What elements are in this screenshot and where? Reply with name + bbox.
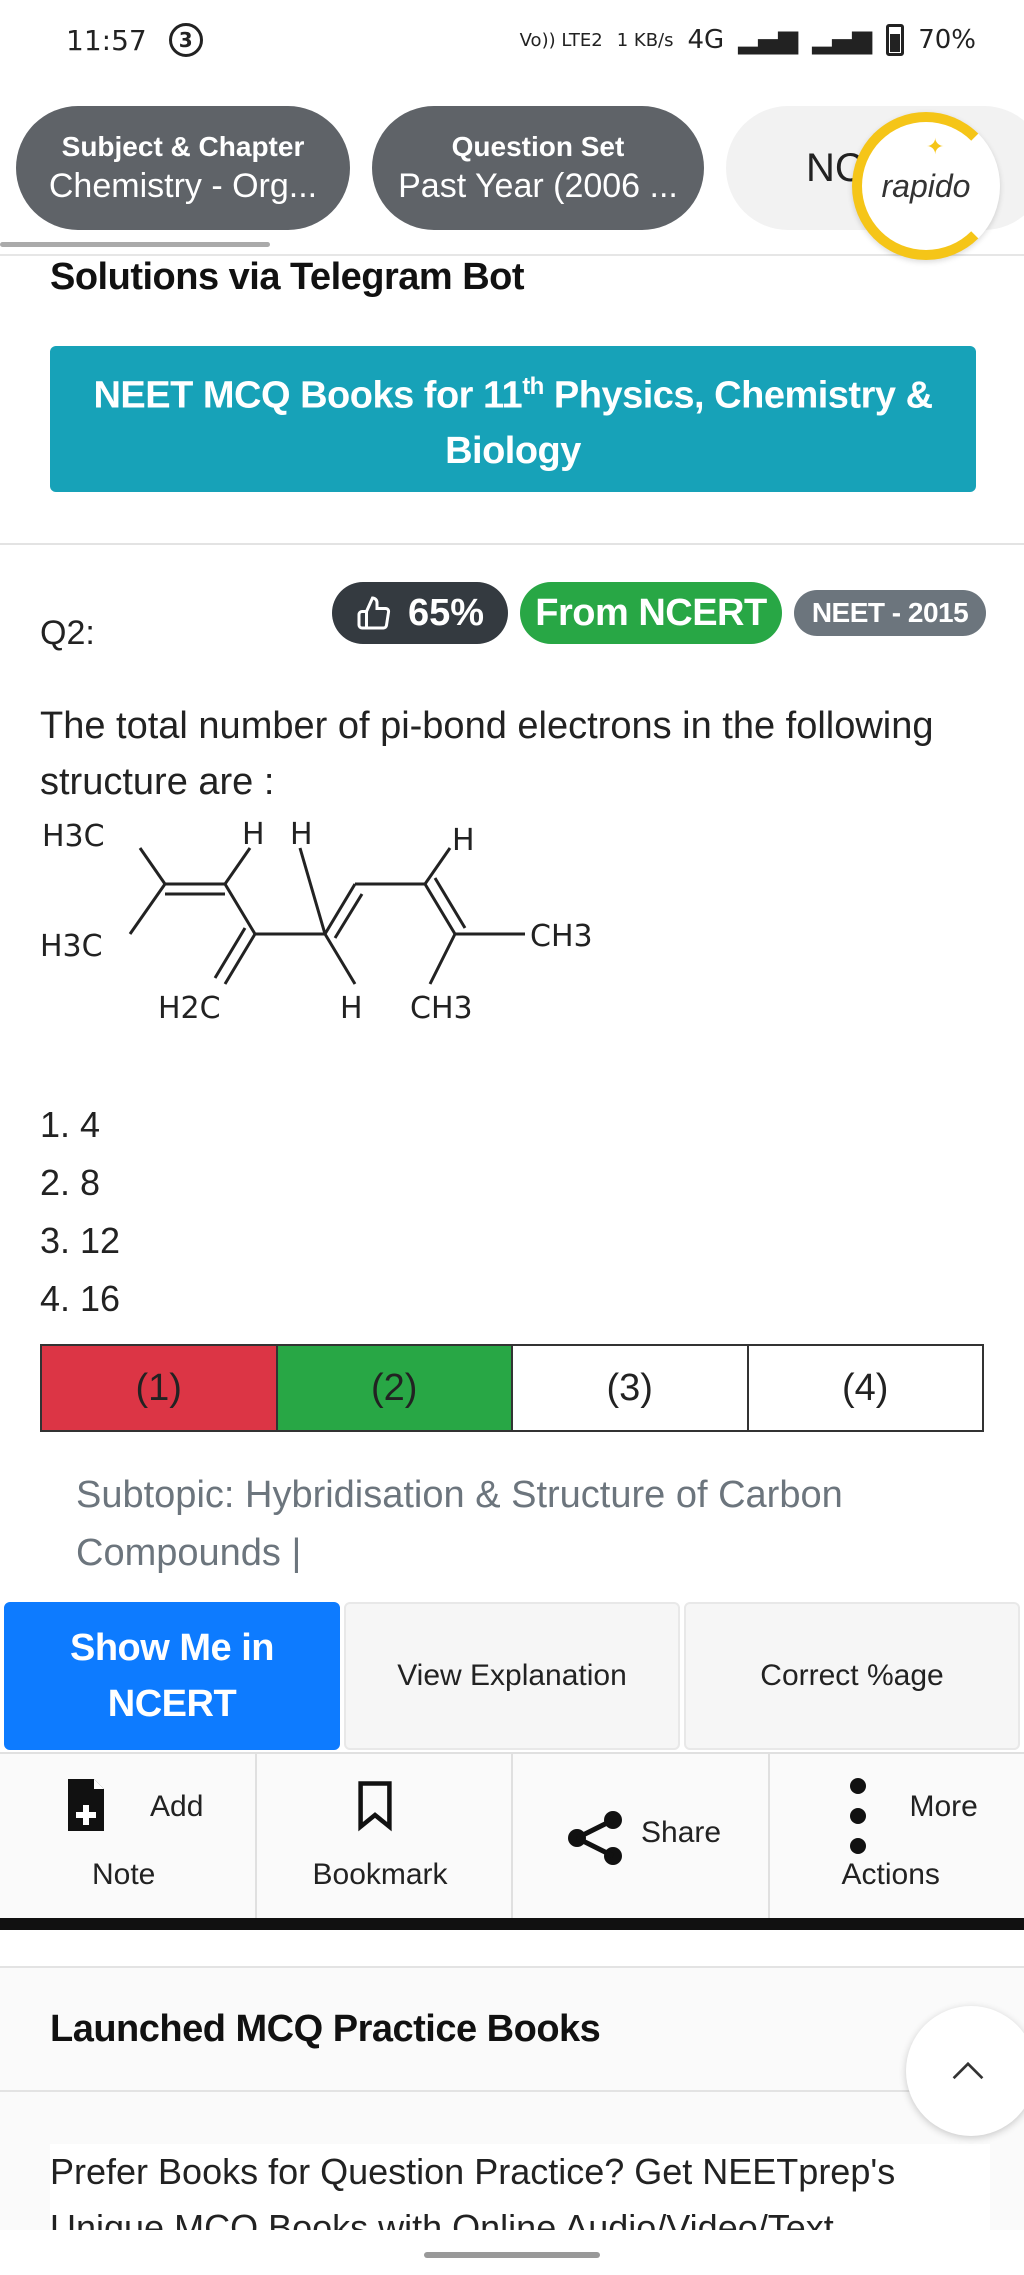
- rapido-ad-bubble[interactable]: ✦ rapido: [852, 112, 1000, 260]
- share-button[interactable]: Share: [513, 1754, 770, 1922]
- chevron-up-icon: [952, 2061, 984, 2080]
- network-speed: 1 KB/s: [616, 29, 674, 51]
- ad-label: rapido: [881, 167, 971, 204]
- chemical-structure: H3C H3C H H H H2C H CH3 CH3: [40, 817, 593, 1026]
- books-button-line2: Biology: [445, 430, 581, 473]
- label-h-2: H: [290, 817, 313, 852]
- bookmark-button[interactable]: Bookmark: [256, 1754, 513, 1922]
- signal-icon-2: ▂▄▆: [812, 25, 873, 55]
- bookmark-label: Bookmark: [312, 1858, 448, 1891]
- label-h-bottom: H: [340, 991, 363, 1026]
- answer-button-2[interactable]: (2): [277, 1346, 513, 1430]
- answer-buttons-row: (1) (2) (3) (4): [40, 1344, 984, 1432]
- like-percent-badge: 65%: [332, 582, 508, 644]
- option-item: 3. 12: [40, 1220, 121, 1261]
- launched-divider: [0, 2090, 1024, 2092]
- add-note-button[interactable]: Add Note: [0, 1754, 257, 1922]
- books-button-line1: NEET MCQ Books for 11th Physics, Chemist…: [50, 359, 976, 424]
- question-text: The total number of pi-bond electrons in…: [40, 705, 934, 803]
- label-h-3: H: [452, 823, 475, 858]
- label-ch3-bottom: CH3: [410, 991, 473, 1026]
- question-card: Q2: 65% From NCERT NEET - 2015 The total…: [0, 548, 1024, 1948]
- add-note-icon: [68, 1779, 104, 1831]
- options-list: 1. 4 2. 8 3. 12 4. 16: [40, 1096, 120, 1328]
- add-note-label-2: Note: [92, 1858, 156, 1891]
- chips-scroll-indicator: [0, 242, 270, 247]
- network-type: 4G: [687, 25, 725, 55]
- network-label: Vo)) LTE2: [519, 29, 603, 51]
- label-h3c-bottom: H3C: [40, 929, 103, 964]
- scroll-top-button[interactable]: [906, 2006, 1024, 2136]
- more-label-1: More: [909, 1790, 978, 1823]
- subject-chapter-chip[interactable]: Subject & Chapter Chemistry - Org...: [16, 106, 350, 230]
- battery-percent: 70%: [918, 25, 976, 55]
- section-divider: [0, 1918, 1024, 1930]
- chip-title: Question Set: [451, 130, 625, 162]
- status-bar: 11:57 3 Vo)) LTE2 1 KB/s 4G ▂▄▆ ▂▄▆ 70%: [0, 0, 1024, 80]
- status-icons: Vo)) LTE2 1 KB/s 4G ▂▄▆ ▂▄▆ 70%: [520, 24, 976, 56]
- signal-icon: ▂▄▆: [738, 25, 799, 55]
- from-ncert-badge: From NCERT: [520, 582, 782, 644]
- option-item: 2. 8: [40, 1162, 101, 1203]
- thumbs-up-icon: [357, 596, 391, 630]
- action-buttons-row: Show Me in NCERT View Explanation Correc…: [4, 1602, 1020, 1750]
- subtopic-text: Subtopic: Hybridisation & Structure of C…: [76, 1474, 843, 1574]
- bookmark-icon: [357, 1781, 392, 1832]
- status-time: 11:57: [66, 23, 147, 57]
- battery-icon: [886, 24, 905, 56]
- answer-button-3[interactable]: (3): [513, 1346, 749, 1430]
- label-ch3-right: CH3: [530, 919, 593, 954]
- books-button-sup: th: [522, 372, 544, 400]
- show-in-ncert-label: Show Me in NCERT: [70, 1627, 275, 1725]
- books-button-text-2: Physics, Chemistry &: [543, 374, 933, 417]
- chip-title: Subject & Chapter: [61, 130, 305, 162]
- add-note-label-1: Add: [150, 1790, 204, 1823]
- more-label-2: Actions: [841, 1858, 940, 1891]
- exam-year-badge: NEET - 2015: [794, 590, 986, 636]
- neet-books-button[interactable]: NEET MCQ Books for 11th Physics, Chemist…: [50, 346, 976, 492]
- view-explanation-button[interactable]: View Explanation: [344, 1602, 680, 1750]
- chip-value: Chemistry - Org...: [48, 166, 318, 205]
- launched-books-section: Launched MCQ Practice Books Prefer Books…: [0, 1966, 1024, 2266]
- spark-icon: ✦: [926, 134, 945, 159]
- notification-count-badge: 3: [168, 23, 203, 57]
- answer-button-4[interactable]: (4): [749, 1346, 983, 1430]
- home-indicator[interactable]: [424, 2252, 600, 2258]
- correct-percentage-button[interactable]: Correct %age: [684, 1602, 1020, 1750]
- label-h-1: H: [242, 817, 265, 852]
- option-item: 1. 4: [40, 1104, 101, 1145]
- like-percent: 65%: [407, 591, 485, 634]
- label-h3c-top: H3C: [42, 819, 105, 854]
- launched-heading: Launched MCQ Practice Books: [50, 2008, 601, 2050]
- show-in-ncert-button[interactable]: Show Me in NCERT: [4, 1602, 340, 1750]
- tool-buttons-row: Add Note Bookmark Share More Actions: [0, 1752, 1024, 1922]
- more-actions-button[interactable]: More Actions: [769, 1754, 1024, 1922]
- chip-value: Past Year (2006 ...: [398, 166, 678, 205]
- telegram-section: Solutions via Telegram Bot NEET MCQ Book…: [0, 250, 1024, 545]
- share-icon: [568, 1811, 622, 1865]
- answer-button-1[interactable]: (1): [42, 1346, 278, 1430]
- books-button-text: NEET MCQ Books for 11: [93, 374, 523, 417]
- label-h2c: H2C: [158, 991, 221, 1026]
- option-item: 4. 16: [40, 1278, 121, 1319]
- more-vertical-icon: [849, 1778, 866, 1854]
- question-set-chip[interactable]: Question Set Past Year (2006 ...: [372, 106, 704, 230]
- share-label: Share: [641, 1816, 722, 1849]
- telegram-title: Solutions via Telegram Bot: [50, 256, 525, 298]
- question-number: Q2:: [40, 614, 95, 652]
